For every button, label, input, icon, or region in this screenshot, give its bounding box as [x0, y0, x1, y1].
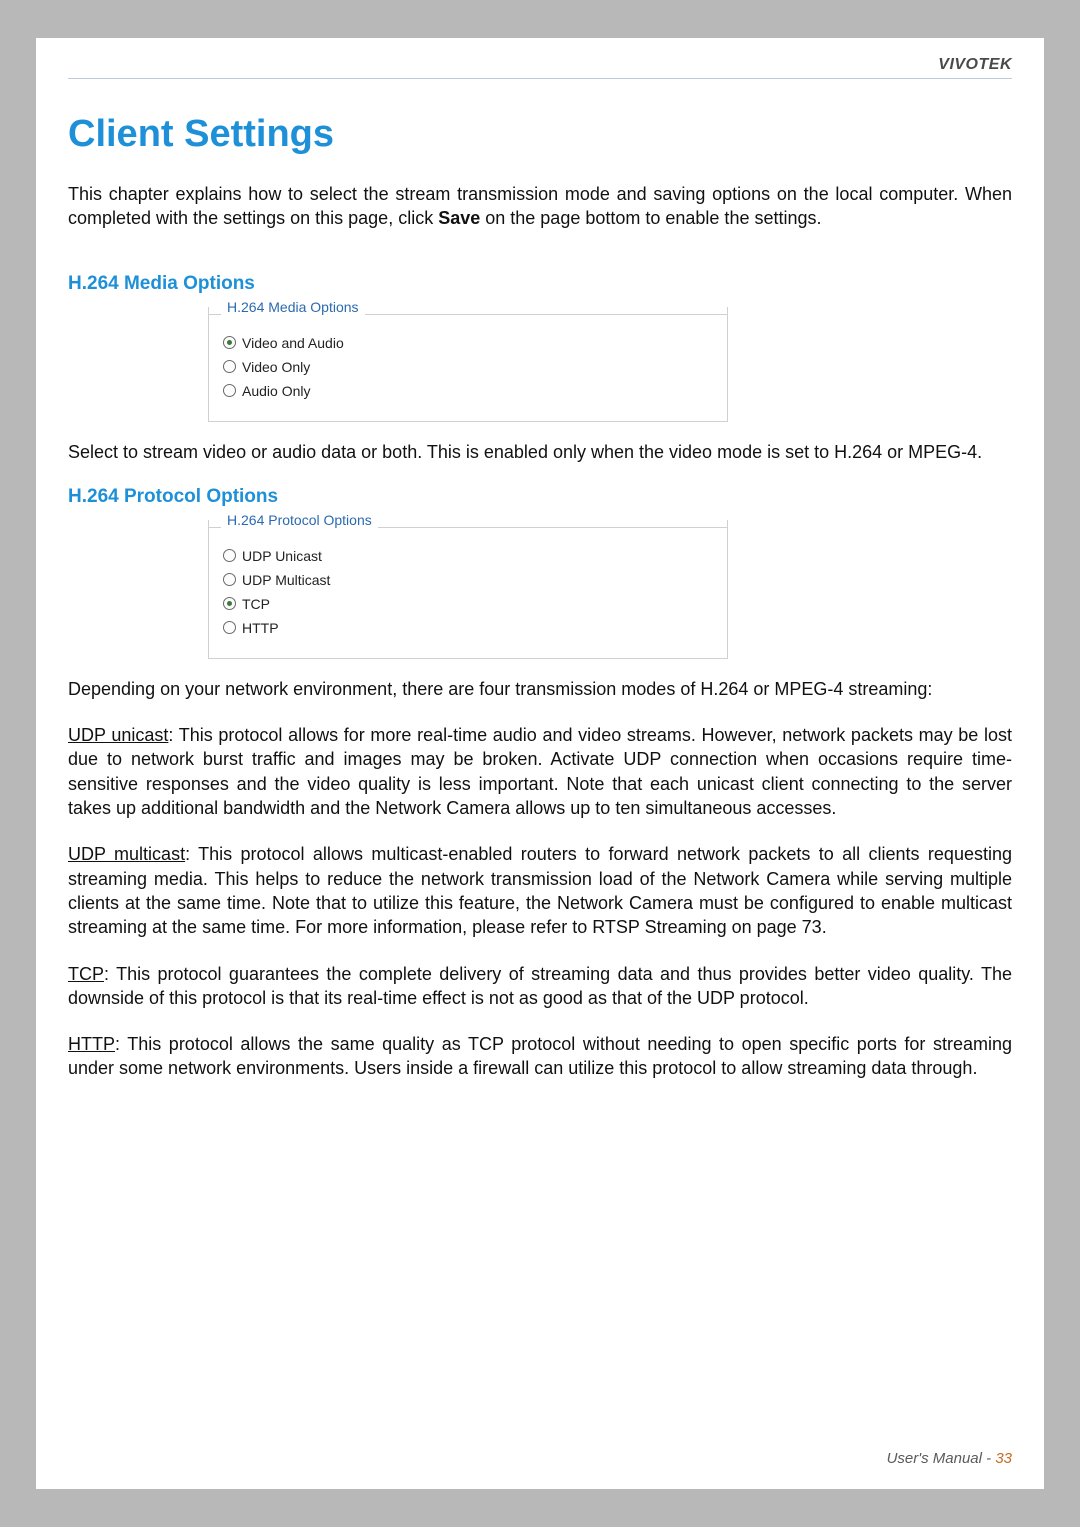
- protocol-option-udp-unicast[interactable]: UDP Unicast: [223, 548, 713, 564]
- protocol-section-heading: H.264 Protocol Options: [68, 486, 1012, 508]
- media-option-video-and-audio[interactable]: Video and Audio: [223, 335, 713, 351]
- media-option-label: Video Only: [242, 359, 310, 375]
- desc: : This protocol allows for more real-tim…: [68, 725, 1012, 818]
- radio-icon: [223, 621, 236, 634]
- radio-icon: [223, 549, 236, 562]
- footer-label: User's Manual -: [887, 1450, 996, 1467]
- header-rule: [68, 78, 1012, 79]
- radio-icon: [223, 597, 236, 610]
- protocol-options-legend: H.264 Protocol Options: [221, 512, 378, 528]
- media-note: Select to stream video or audio data or …: [68, 440, 1012, 464]
- protocol-desc-udp-unicast: UDP unicast: This protocol allows for mo…: [68, 723, 1012, 820]
- protocol-option-label: UDP Multicast: [242, 572, 330, 588]
- protocol-intro: Depending on your network environment, t…: [68, 677, 1012, 701]
- protocol-option-label: UDP Unicast: [242, 548, 322, 564]
- media-options-legend: H.264 Media Options: [221, 299, 365, 315]
- term: HTTP: [68, 1034, 115, 1054]
- intro-text-post: on the page bottom to enable the setting…: [480, 208, 821, 228]
- radio-icon: [223, 360, 236, 373]
- media-option-label: Audio Only: [242, 383, 310, 399]
- term: UDP unicast: [68, 725, 168, 745]
- desc: : This protocol allows the same quality …: [68, 1034, 1012, 1078]
- intro-text-bold: Save: [438, 208, 480, 228]
- media-option-audio-only[interactable]: Audio Only: [223, 383, 713, 399]
- desc: : This protocol guarantees the complete …: [68, 964, 1012, 1008]
- media-option-video-only[interactable]: Video Only: [223, 359, 713, 375]
- radio-icon: [223, 573, 236, 586]
- media-option-label: Video and Audio: [242, 335, 344, 351]
- intro-paragraph: This chapter explains how to select the …: [68, 182, 1012, 231]
- radio-icon: [223, 336, 236, 349]
- footer-page-number: 33: [995, 1450, 1012, 1467]
- protocol-desc-http: HTTP: This protocol allows the same qual…: [68, 1032, 1012, 1081]
- page-footer: User's Manual - 33: [887, 1450, 1012, 1467]
- protocol-desc-tcp: TCP: This protocol guarantees the comple…: [68, 962, 1012, 1011]
- protocol-options-fieldset: H.264 Protocol Options UDP Unicast UDP M…: [208, 520, 728, 659]
- page-title: Client Settings: [68, 113, 1012, 156]
- media-section-heading: H.264 Media Options: [68, 273, 1012, 295]
- protocol-desc-udp-multicast: UDP multicast: This protocol allows mult…: [68, 842, 1012, 939]
- protocol-option-tcp[interactable]: TCP: [223, 596, 713, 612]
- brand-label: VIVOTEK: [68, 56, 1012, 78]
- protocol-option-udp-multicast[interactable]: UDP Multicast: [223, 572, 713, 588]
- document-page: VIVOTEK Client Settings This chapter exp…: [36, 38, 1044, 1489]
- term: UDP multicast: [68, 844, 185, 864]
- term: TCP: [68, 964, 104, 984]
- protocol-option-label: HTTP: [242, 620, 279, 636]
- media-options-fieldset: H.264 Media Options Video and Audio Vide…: [208, 307, 728, 422]
- desc: : This protocol allows multicast-enabled…: [68, 844, 1012, 937]
- protocol-option-http[interactable]: HTTP: [223, 620, 713, 636]
- protocol-option-label: TCP: [242, 596, 270, 612]
- radio-icon: [223, 384, 236, 397]
